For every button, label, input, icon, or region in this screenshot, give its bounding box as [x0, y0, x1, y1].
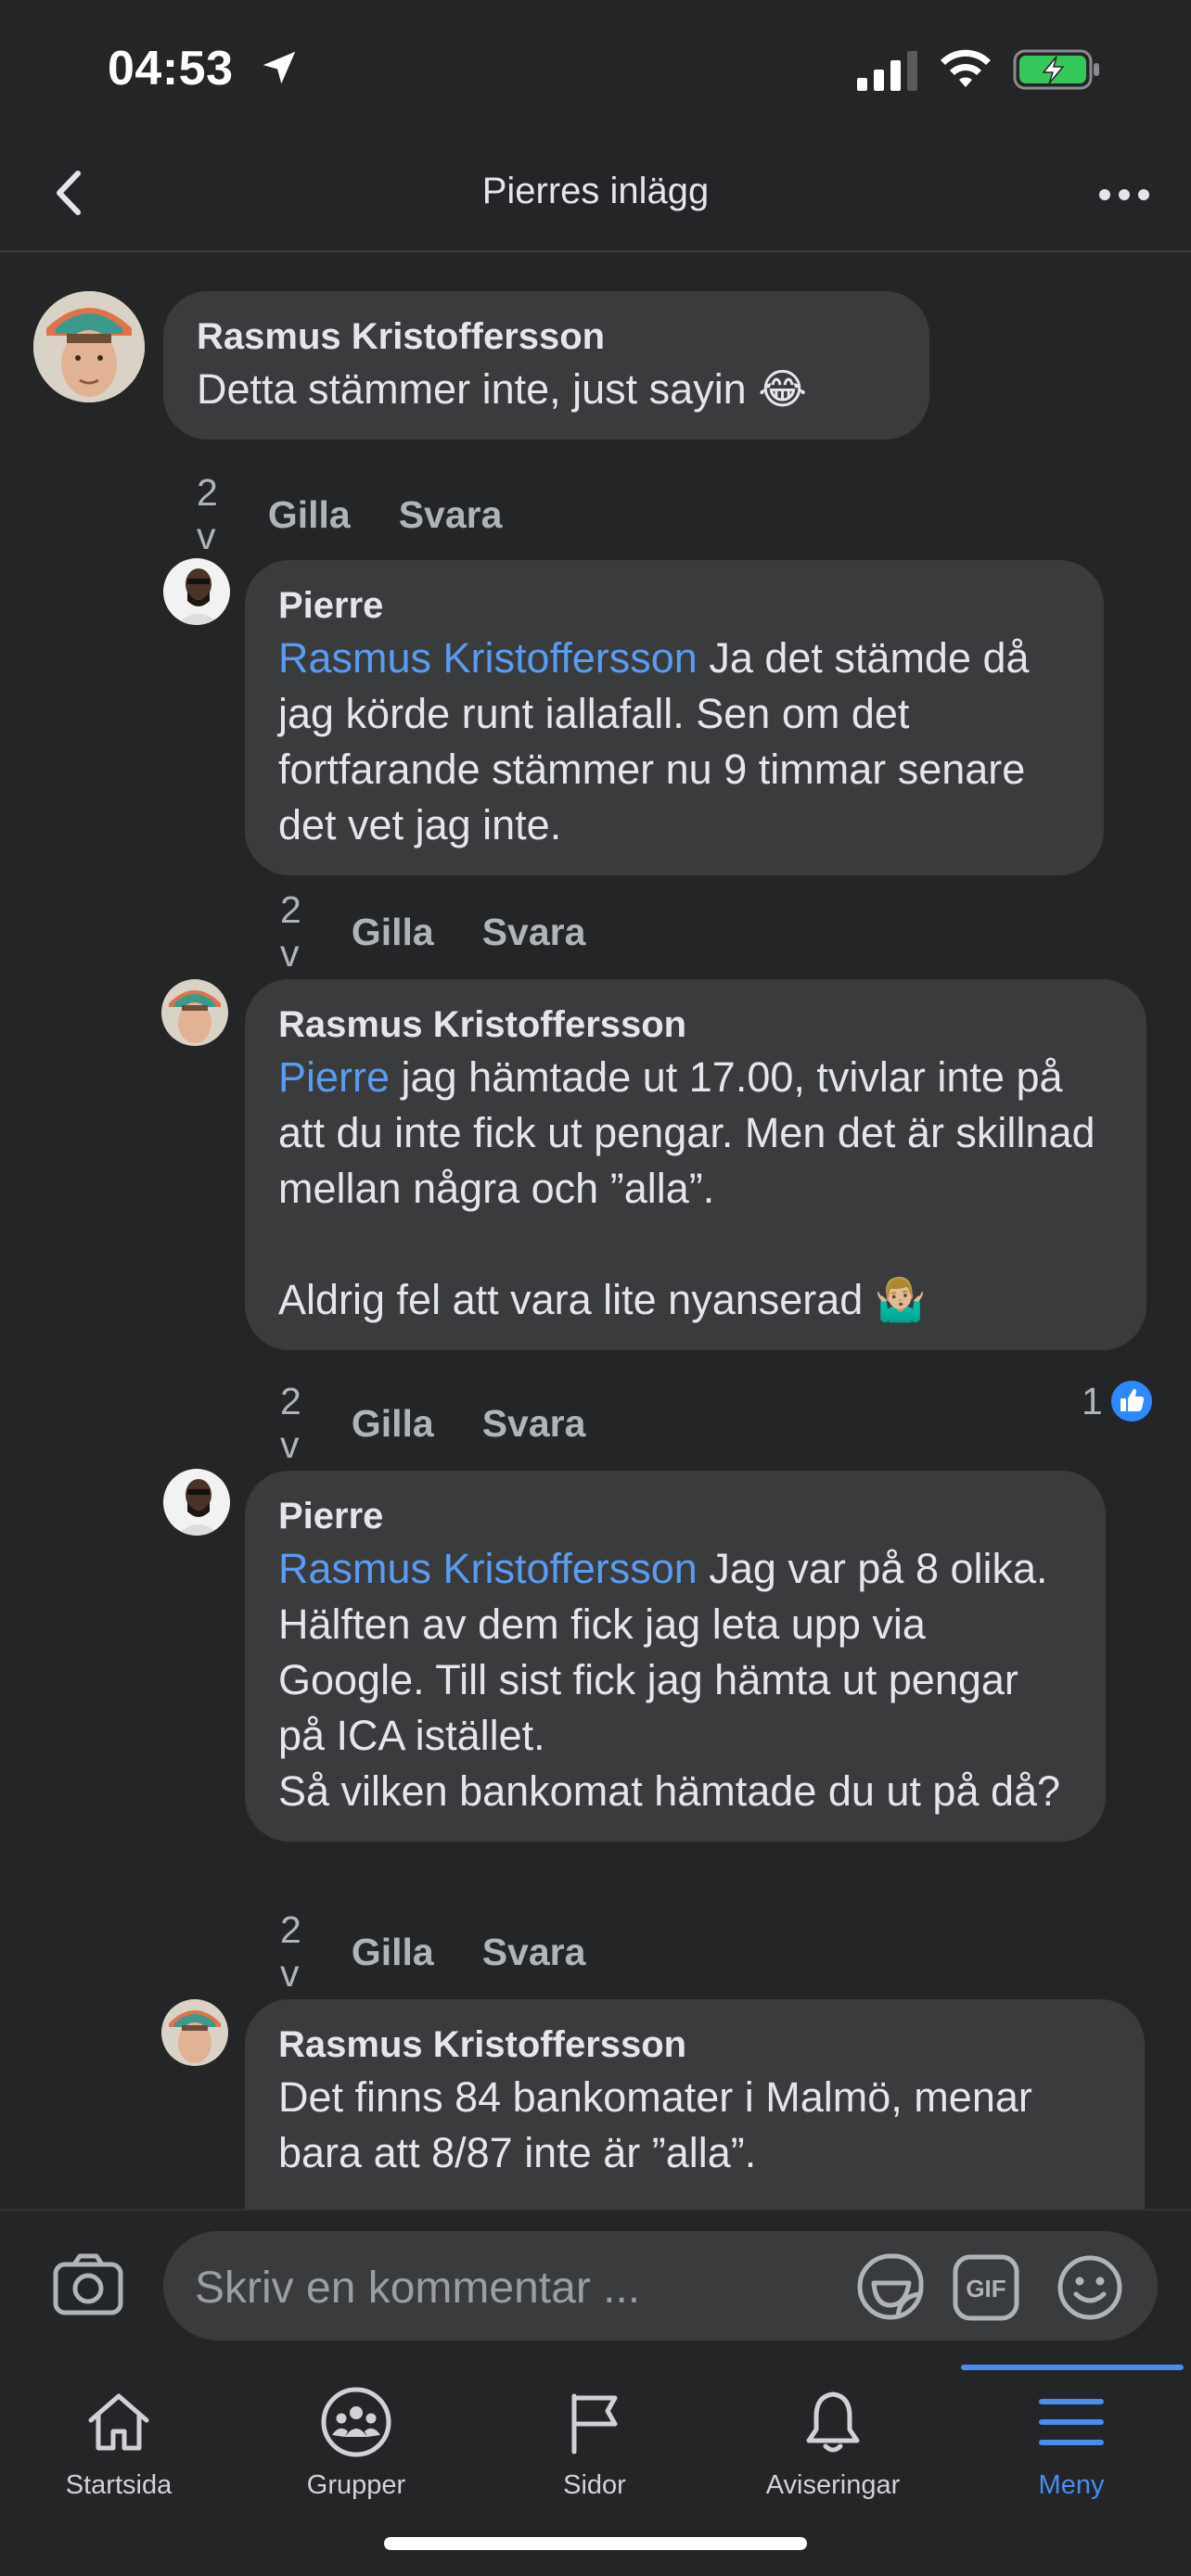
- avatar-photo: [33, 291, 145, 402]
- comment-text: Pierre jag hämtade ut 17.00, tvivlar int…: [278, 1050, 1113, 1328]
- flag-icon: [571, 2393, 618, 2455]
- location-arrow-icon: [263, 51, 296, 84]
- comment-input[interactable]: Skriv en kommentar ... GIF: [163, 2231, 1158, 2340]
- comment-actions: 2 v Gilla Svara: [280, 1380, 634, 1467]
- tab-label: Grupper: [306, 2470, 406, 2500]
- like-link[interactable]: Gilla: [352, 1402, 434, 1446]
- camera-icon[interactable]: [52, 2251, 124, 2318]
- like-link[interactable]: Gilla: [352, 911, 434, 954]
- comment-author[interactable]: Rasmus Kristoffersson: [197, 312, 896, 362]
- like-link[interactable]: Gilla: [268, 493, 351, 537]
- tab-label: Startsida: [65, 2470, 173, 2500]
- like-reaction-icon: [1108, 1379, 1154, 1423]
- mention-link[interactable]: Rasmus Kristoffersson: [278, 634, 698, 682]
- sticker-icon[interactable]: [855, 2251, 926, 2322]
- more-dots-icon: [1099, 189, 1149, 200]
- tab-label: Sidor: [563, 2470, 626, 2500]
- avatar[interactable]: [33, 291, 145, 402]
- reply-link[interactable]: Svara: [399, 493, 503, 537]
- header: Pierres inlägg: [0, 139, 1191, 252]
- comment-bubble: Rasmus Kristoffersson Pierre jag hämtade…: [245, 979, 1146, 1350]
- reply-link[interactable]: Svara: [482, 1931, 586, 1974]
- menu-icon: [1039, 2399, 1104, 2445]
- svg-text:GIF: GIF: [966, 2275, 1005, 2302]
- status-bar: 04:53: [0, 0, 1191, 139]
- reply-link[interactable]: Svara: [482, 1402, 586, 1446]
- tab-label: Aviseringar: [765, 2470, 901, 2500]
- avatar-photo: [161, 1999, 228, 2066]
- comment-author[interactable]: Pierre: [278, 580, 1070, 631]
- home-indicator[interactable]: [384, 2537, 807, 2550]
- comment-text: Rasmus Kristoffersson Ja det stämde då j…: [278, 631, 1070, 853]
- comment-bubble: Rasmus Kristoffersson Det finns 84 banko…: [245, 1999, 1145, 2222]
- screen: 04:53 Pierres inlägg Rasmus Kristofferss…: [0, 0, 1191, 2576]
- active-tab-indicator: [961, 2365, 1184, 2370]
- mention-link[interactable]: Rasmus Kristoffersson: [278, 1545, 698, 1592]
- like-link[interactable]: Gilla: [352, 1931, 434, 1974]
- groups-icon: [321, 2387, 391, 2457]
- status-time: 04:53: [108, 42, 234, 96]
- reaction-count: 1: [1082, 1379, 1103, 1422]
- comment-time: 2 v: [197, 471, 218, 557]
- comment-bubble: Pierre Rasmus Kristoffersson Jag var på …: [245, 1471, 1106, 1842]
- comment-actions: 2 v Gilla Svara: [280, 1908, 634, 1996]
- gif-icon[interactable]: GIF: [952, 2253, 1020, 2322]
- comment-author[interactable]: Pierre: [278, 1491, 1072, 1541]
- comment-placeholder: Skriv en kommentar ...: [195, 2264, 641, 2313]
- comment-actions: 2 v Gilla Svara: [280, 888, 634, 976]
- mention-link[interactable]: Pierre: [278, 1053, 390, 1101]
- comment-composer: Skriv en kommentar ... GIF: [0, 2209, 1191, 2365]
- page-title: Pierres inlägg: [481, 171, 710, 211]
- comment-text: Det finns 84 bankomater i Malmö, menar b…: [278, 2073, 1044, 2176]
- tab-grupper[interactable]: Grupper: [250, 2385, 463, 2524]
- comment-bubble: Rasmus Kristoffersson Detta stämmer inte…: [163, 291, 929, 440]
- avatar-photo: [163, 558, 230, 625]
- avatar[interactable]: [163, 1469, 230, 1536]
- tab-label: Meny: [1038, 2470, 1105, 2500]
- cellular-signal-icon: [857, 51, 917, 91]
- comment-author[interactable]: Rasmus Kristoffersson: [278, 2020, 1111, 2070]
- comment-time: 2 v: [280, 1908, 301, 1995]
- comment-body: jag hämtade ut 17.00, tvivlar inte på at…: [278, 1053, 1095, 1323]
- tab-sidor[interactable]: Sidor: [488, 2385, 701, 2524]
- more-options-button[interactable]: [1091, 167, 1158, 223]
- reply-link[interactable]: Svara: [482, 911, 586, 954]
- comment-actions: 2 v Gilla Svara: [197, 471, 550, 558]
- bell-icon: [806, 2391, 860, 2453]
- avatar-photo: [161, 979, 228, 1046]
- reaction-summary[interactable]: 1: [1082, 1378, 1155, 1424]
- comment-text: Rasmus Kristoffersson Jag var på 8 olika…: [278, 1541, 1072, 1819]
- battery-charging-icon: [1013, 49, 1099, 90]
- comment-author[interactable]: Rasmus Kristoffersson: [278, 1000, 1113, 1050]
- home-icon: [88, 2393, 149, 2451]
- comment-text: Detta stämmer inte, just sayin 😂: [197, 365, 807, 413]
- tab-startsida[interactable]: Startsida: [12, 2385, 225, 2524]
- avatar[interactable]: [163, 558, 230, 625]
- avatar[interactable]: [161, 1999, 228, 2066]
- tab-meny[interactable]: Meny: [965, 2385, 1178, 2524]
- tab-aviseringar[interactable]: Aviseringar: [726, 2385, 940, 2524]
- emoji-icon[interactable]: [1056, 2253, 1124, 2322]
- avatar-photo: [163, 1469, 230, 1536]
- comment-time: 2 v: [280, 1380, 301, 1466]
- comment-time: 2 v: [280, 888, 301, 975]
- comment-bubble: Pierre Rasmus Kristoffersson Ja det stäm…: [245, 560, 1104, 875]
- wifi-icon: [941, 49, 991, 87]
- avatar[interactable]: [161, 979, 228, 1046]
